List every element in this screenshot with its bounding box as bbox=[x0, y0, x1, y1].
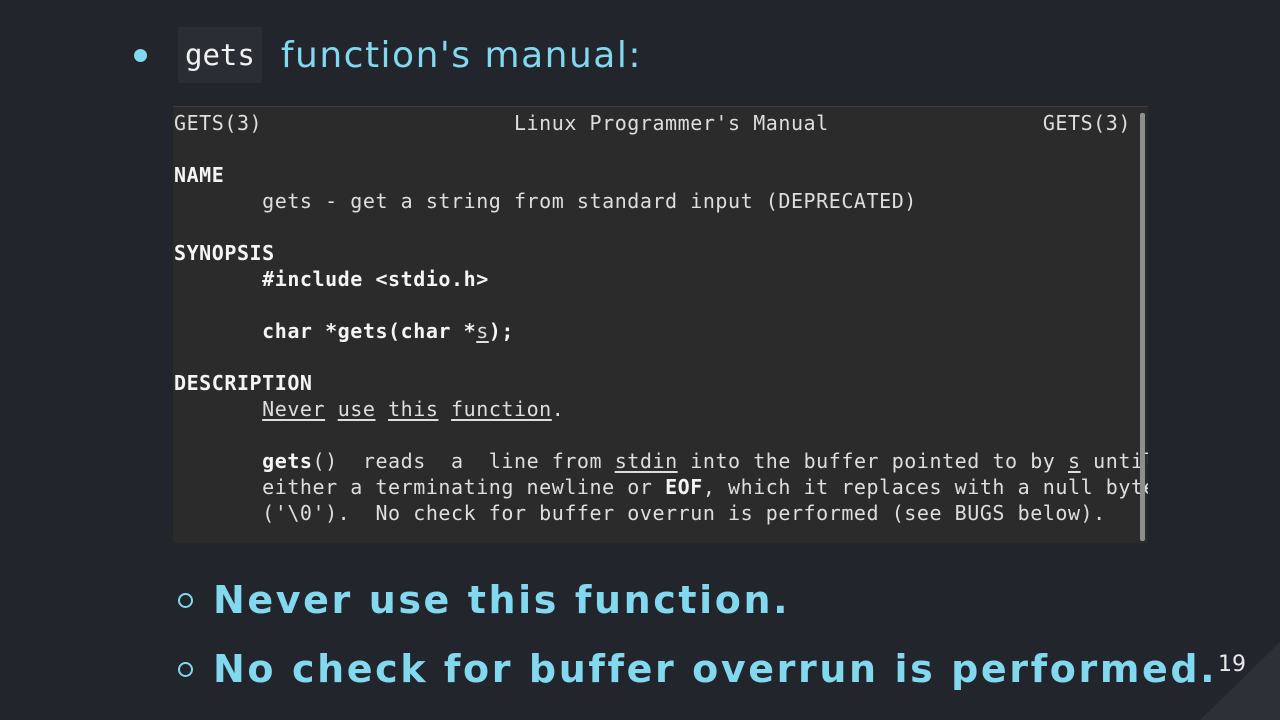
terminal-scrollbar[interactable] bbox=[1140, 113, 1145, 541]
p1-param: s bbox=[1068, 449, 1081, 473]
bullet-dot-icon bbox=[134, 48, 147, 62]
desc-use: use bbox=[337, 397, 376, 421]
man-header-center: Linux Programmer's Manual bbox=[513, 111, 829, 135]
code-term: gets bbox=[178, 27, 262, 83]
desc-never: Never bbox=[262, 397, 326, 421]
circle-bullet-icon bbox=[178, 592, 193, 608]
man-page-text: GETS(3) Linux Programmer's Manual GETS(3… bbox=[173, 107, 1148, 526]
point-text: No check for buffer overrun is performed… bbox=[213, 647, 1218, 691]
point-text: Never use this function. bbox=[213, 578, 791, 622]
title-text: function's manual: bbox=[280, 34, 642, 76]
synopsis-heading: SYNOPSIS bbox=[174, 241, 275, 265]
synopsis-include: #include <stdio.h> bbox=[262, 267, 489, 291]
man-header-left: GETS(3) bbox=[174, 111, 263, 135]
p1-stdin: stdin bbox=[614, 449, 678, 473]
p1-text-a: () reads a line from bbox=[312, 449, 615, 473]
p2-eof: EOF bbox=[665, 475, 703, 499]
prototype-param: s bbox=[476, 319, 489, 343]
desc-period: . bbox=[551, 397, 565, 421]
slide-title: gets function's manual: bbox=[134, 27, 642, 83]
description-heading: DESCRIPTION bbox=[174, 371, 313, 395]
man-header-right: GETS(3) bbox=[1042, 111, 1131, 135]
prototype-end: ); bbox=[488, 319, 514, 343]
p2-text-a: either a terminating newline or bbox=[262, 475, 666, 499]
desc-function: function bbox=[451, 397, 552, 421]
circle-bullet-icon bbox=[178, 661, 193, 677]
p1-function: gets bbox=[262, 449, 313, 473]
p2-text-b: , which it replaces with a null byte bbox=[702, 475, 1148, 499]
point-item: Never use this function. bbox=[178, 578, 790, 622]
p1-text-c: until bbox=[1093, 449, 1148, 473]
desc-this: this bbox=[388, 397, 439, 421]
man-page-terminal: GETS(3) Linux Programmer's Manual GETS(3… bbox=[173, 106, 1148, 543]
name-heading: NAME bbox=[174, 163, 225, 187]
p3-text: ('\0'). No check for buffer overrun is p… bbox=[262, 501, 1106, 525]
prototype-start: char *gets(char * bbox=[262, 319, 477, 343]
name-line: gets - get a string from standard input … bbox=[262, 189, 917, 213]
point-item: No check for buffer overrun is performed… bbox=[178, 647, 1217, 691]
page-number: 19 bbox=[1218, 652, 1246, 677]
p1-text-b: into the buffer pointed to by bbox=[677, 449, 1068, 473]
